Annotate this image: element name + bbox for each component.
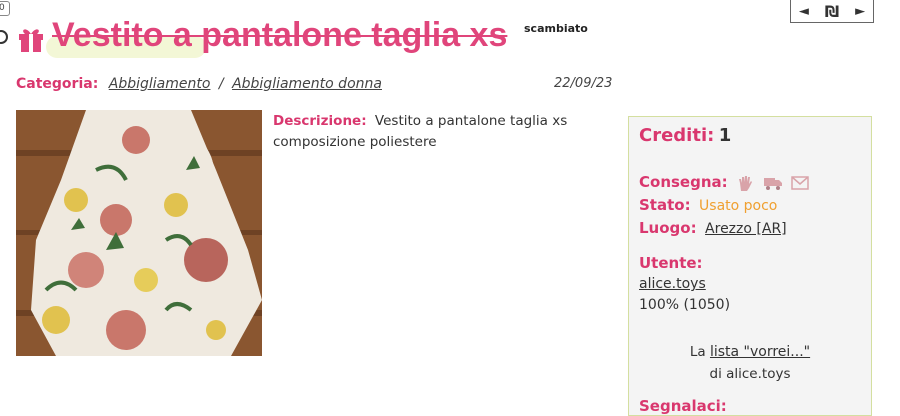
description-label: Descrizione: xyxy=(273,113,367,129)
category-separator: / xyxy=(218,76,224,92)
delivery-row: Consegna: xyxy=(639,173,813,192)
state-label: Stato: xyxy=(639,196,691,214)
wishlist-prefix: La xyxy=(689,344,706,360)
post-date: 22/09/23 xyxy=(554,76,613,91)
dress-photo-image xyxy=(16,110,262,356)
category-link[interactable]: Abbigliamento xyxy=(109,76,211,92)
state-value: Usato poco xyxy=(699,198,778,214)
delivery-label: Consegna: xyxy=(639,173,728,191)
description-line1: Vestito a pantalone taglia xs xyxy=(374,113,568,129)
user-rating: 100% (1050) xyxy=(639,297,731,313)
status-label: scambiato xyxy=(524,22,588,35)
site-logo-icon[interactable]: ₪ xyxy=(825,2,839,21)
place-link[interactable]: Arezzo [AR] xyxy=(705,221,787,237)
report-row: Segnalaci: xyxy=(639,397,731,415)
user-name-row: alice.toys xyxy=(639,276,706,292)
category-row: Categoria: Abbigliamento / Abbigliamento… xyxy=(16,76,382,92)
ring-marker xyxy=(0,30,8,44)
credits-label: Crediti: xyxy=(639,125,715,146)
truck-icon xyxy=(763,178,782,190)
user-label-row: Utente: xyxy=(639,254,707,272)
credits-value: 1 xyxy=(718,125,732,146)
gift-icon xyxy=(19,29,43,52)
user-label: Utente: xyxy=(639,254,703,272)
item-navigation: ◄ ₪ ► xyxy=(790,0,874,23)
info-panel: Crediti: 1 Consegna: Stato: Usato poco L… xyxy=(628,116,872,416)
subcategory-link[interactable]: Abbigliamento donna xyxy=(232,76,382,92)
wishlist-owner: di alice.toys xyxy=(709,366,791,382)
state-row: Stato: Usato poco xyxy=(639,196,777,214)
next-arrow-icon[interactable]: ► xyxy=(855,4,865,19)
credits-row: Crediti: 1 xyxy=(639,125,731,146)
category-label: Categoria: xyxy=(16,76,99,92)
hand-icon xyxy=(739,176,753,191)
user-link[interactable]: alice.toys xyxy=(639,276,706,292)
mail-icon xyxy=(791,176,809,190)
item-photo[interactable] xyxy=(16,110,262,356)
wishlist-link[interactable]: lista "vorrei..." xyxy=(710,344,810,360)
description: Descrizione: Vestito a pantalone taglia … xyxy=(273,111,603,153)
counter-badge: 0 xyxy=(0,1,10,16)
description-line2: composizione poliestere xyxy=(273,134,437,150)
place-row: Luogo: Arezzo [AR] xyxy=(639,219,787,237)
place-label: Luogo: xyxy=(639,219,697,237)
report-label: Segnalaci: xyxy=(639,397,727,415)
page-title: Vestito a pantalone taglia xs xyxy=(52,16,508,54)
prev-arrow-icon[interactable]: ◄ xyxy=(799,4,809,19)
wishlist-line: La lista "vorrei..." xyxy=(629,344,871,360)
